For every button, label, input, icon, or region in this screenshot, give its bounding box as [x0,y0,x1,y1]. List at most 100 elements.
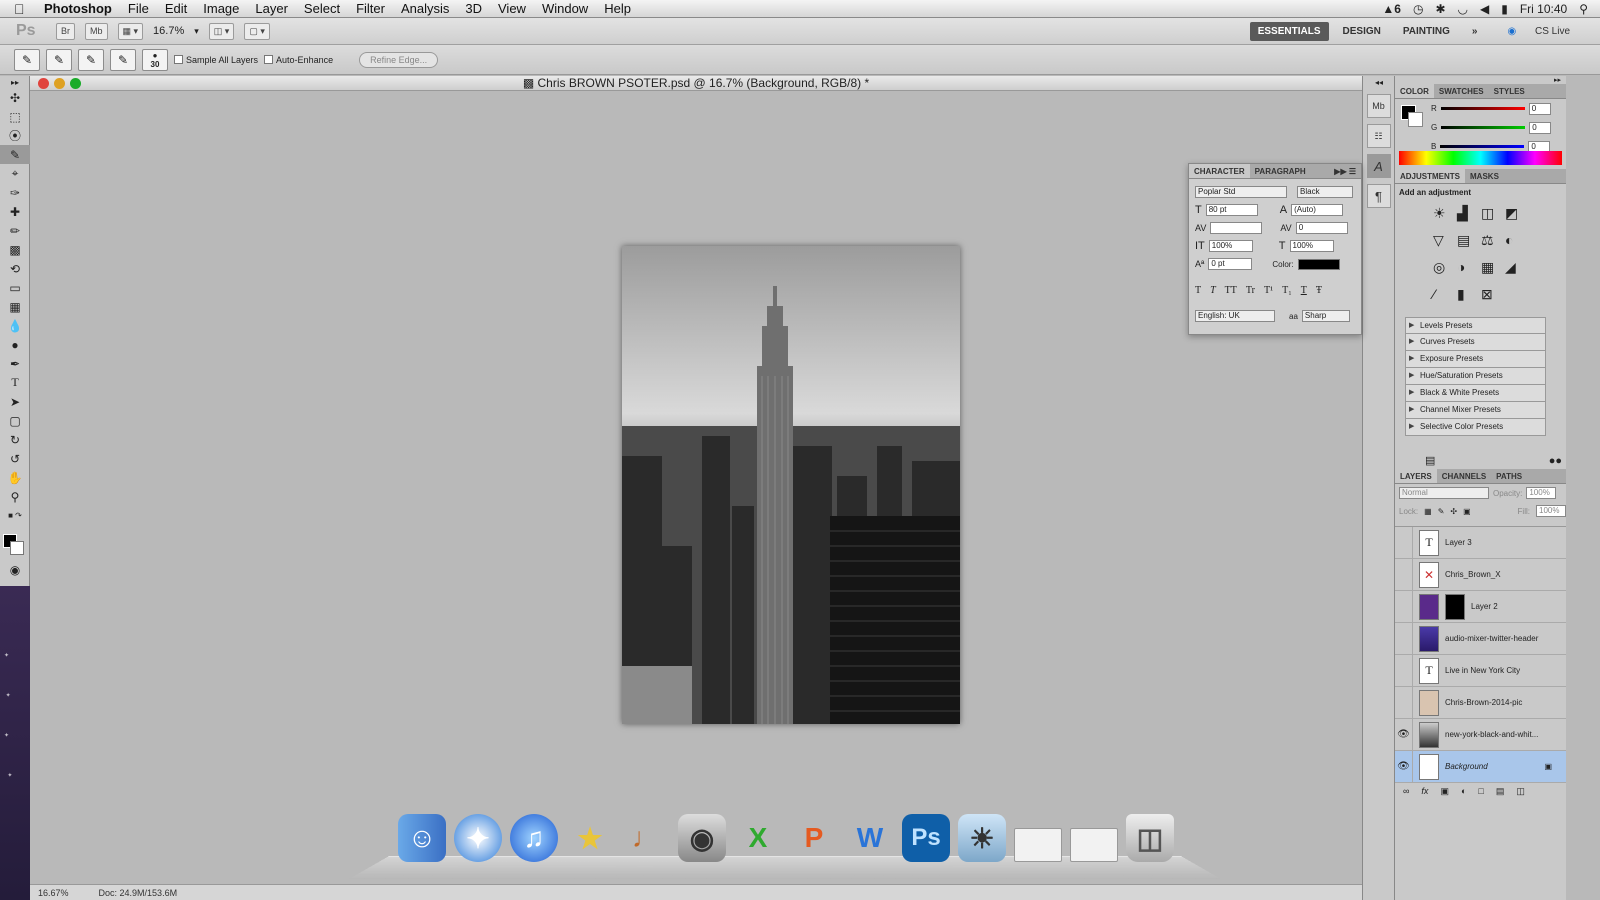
clock[interactable]: Fri 10:40 [1520,2,1567,16]
finder-icon[interactable]: ☺ [398,814,446,862]
panel-dock-collapse-icon[interactable]: ▸▸ [1395,76,1567,84]
new-adjustment-layer-icon[interactable]: ◐ [1461,786,1466,797]
volume-icon[interactable]: ◀ [1480,2,1489,16]
character-panel-icon[interactable]: A [1366,154,1391,178]
refine-edge-button[interactable]: Refine Edge... [359,51,439,68]
blue-slider[interactable] [1440,145,1525,148]
lock-pixels-icon[interactable]: ✎ [1438,507,1445,516]
lock-all-icon[interactable]: ▣ [1463,507,1471,516]
tab-adjustments[interactable]: ADJUSTMENTS [1395,169,1466,183]
hue-saturation-icon[interactable]: ▤ [1457,232,1479,249]
clone-stamp-tool-icon[interactable]: ▩ [0,240,30,259]
layer-row[interactable]: Layer 2 [1395,590,1566,623]
baseline-shift-field[interactable]: 0 pt [1208,258,1253,270]
preset-channel-mixer[interactable]: Channel Mixer Presets [1405,402,1546,419]
workspace-essentials[interactable]: ESSENTIALS [1249,21,1329,41]
word-icon[interactable]: W [846,814,894,862]
opacity-field[interactable]: 100% [1526,487,1557,499]
kerning-field[interactable] [1210,222,1263,234]
layer-row[interactable]: T Layer 3 [1395,526,1566,559]
battery-icon[interactable]: ▮ [1501,2,1508,16]
return-to-list-icon[interactable]: ▤ [1425,454,1435,467]
menu-app[interactable]: Photoshop [36,1,120,16]
powerpoint-icon[interactable]: P [790,814,838,862]
menu-filter[interactable]: Filter [348,1,393,16]
path-selection-tool-icon[interactable]: ➤ [0,392,30,411]
lasso-tool-icon[interactable]: ⦿ [0,126,30,145]
eye-icon[interactable]: 👁 [1395,750,1413,783]
text-color-swatch[interactable] [1297,258,1340,270]
add-to-selection-icon[interactable]: ✎ [78,48,104,71]
blend-mode-select[interactable]: Normal [1399,487,1489,499]
menu-view[interactable]: View [490,1,534,16]
tab-masks[interactable]: MASKS [1465,169,1504,183]
subscript-icon[interactable]: T₁ [1282,285,1292,296]
leading-field[interactable]: (Auto) [1291,204,1344,216]
tool-preset-picker[interactable]: ✎ [14,48,40,71]
tab-channels[interactable]: CHANNELS [1437,469,1491,483]
add-mask-icon[interactable]: ▣ [1440,786,1449,797]
eyedropper-tool-icon[interactable]: ✑ [0,183,30,202]
status-zoom[interactable]: 16.67% [38,888,69,898]
eraser-tool-icon[interactable]: ▭ [0,278,30,297]
new-selection-icon[interactable]: ✎ [46,48,72,71]
menu-file[interactable]: File [120,1,157,16]
photoshop-icon[interactable]: Ps [902,814,950,862]
history-brush-tool-icon[interactable]: ⟲ [0,259,30,278]
tab-styles[interactable]: STYLES [1489,84,1530,98]
font-family-select[interactable]: Poplar Std [1195,186,1287,198]
panel-menu-icon[interactable]: ▶▶ ☰ [1329,164,1361,178]
type-tool-icon[interactable]: T [0,373,30,392]
small-caps-icon[interactable]: Tr [1246,285,1255,296]
photo-filter-icon[interactable]: ◎ [1433,259,1455,276]
quick-selection-tool-icon[interactable]: ✎ [0,145,30,164]
disk-utility-icon[interactable]: ◉ [678,814,726,862]
mini-bridge-button[interactable]: Mb [85,22,108,40]
tab-character[interactable]: CHARACTER [1189,164,1250,178]
hand-tool-icon[interactable]: ✋ [0,468,30,487]
visibility-toggle[interactable] [1395,686,1413,719]
crop-tool-icon[interactable]: ⌖ [0,164,30,183]
3d-rotate-tool-icon[interactable]: ↻ [0,430,30,449]
visibility-toggle[interactable] [1395,622,1413,655]
layer-mask-thumb[interactable] [1445,593,1465,620]
minimized-window-1-icon[interactable] [1014,828,1062,862]
layer-row[interactable]: 👁 Background ▣ [1395,750,1566,783]
layer-style-icon[interactable]: fx [1421,786,1428,797]
new-group-icon[interactable]: □ [1478,786,1483,797]
clip-to-layer-icon[interactable]: ●● [1549,455,1562,467]
history-panel-icon[interactable]: ☷ [1366,124,1391,148]
antialias-select[interactable]: Sharp [1301,310,1350,322]
tab-paths[interactable]: PATHS [1491,469,1527,483]
preset-selective-color[interactable]: Selective Color Presets [1405,419,1546,436]
zoom-chevron-down-icon[interactable]: ▾ [194,26,199,37]
swap-colors-icon[interactable]: ■ ↷ [0,506,30,525]
minimized-window-2-icon[interactable] [1070,828,1118,862]
background-color-swatch[interactable] [10,541,24,555]
exposure-icon[interactable]: ◩ [1505,205,1527,222]
minimize-button[interactable] [54,78,65,89]
mini-bridge-panel-icon[interactable]: Mb [1366,94,1391,118]
time-machine-icon[interactable]: ◷ [1413,2,1423,16]
faux-bold-icon[interactable]: T [1195,285,1201,296]
tab-color[interactable]: COLOR [1395,84,1434,98]
shape-tool-icon[interactable]: ▢ [0,411,30,430]
fill-field[interactable]: 100% [1536,505,1566,517]
arrange-documents-button[interactable]: ◫ ▾ [208,22,235,40]
language-select[interactable]: English: UK [1195,310,1275,322]
underline-icon[interactable]: T [1301,285,1307,296]
quick-mask-icon[interactable]: ◉ [0,560,30,579]
blur-tool-icon[interactable]: 💧 [0,316,30,335]
delete-layer-icon[interactable]: ◫ [1516,786,1525,797]
workspace-painting[interactable]: PAINTING [1395,22,1458,41]
brush-size-picker[interactable]: ● 30 [142,48,168,71]
excel-icon[interactable]: X [734,814,782,862]
garageband-icon[interactable]: ♩ [622,814,670,862]
zoom-level[interactable]: 16.7% [153,25,184,37]
tab-swatches[interactable]: SWATCHES [1434,84,1489,98]
gradient-tool-icon[interactable]: ▦ [0,297,30,316]
apple-icon[interactable]:  [14,1,36,17]
lock-position-icon[interactable]: ✣ [1450,507,1457,516]
safari-icon[interactable]: ✦ [454,814,502,862]
vibrance-icon[interactable]: ▽ [1433,232,1455,249]
